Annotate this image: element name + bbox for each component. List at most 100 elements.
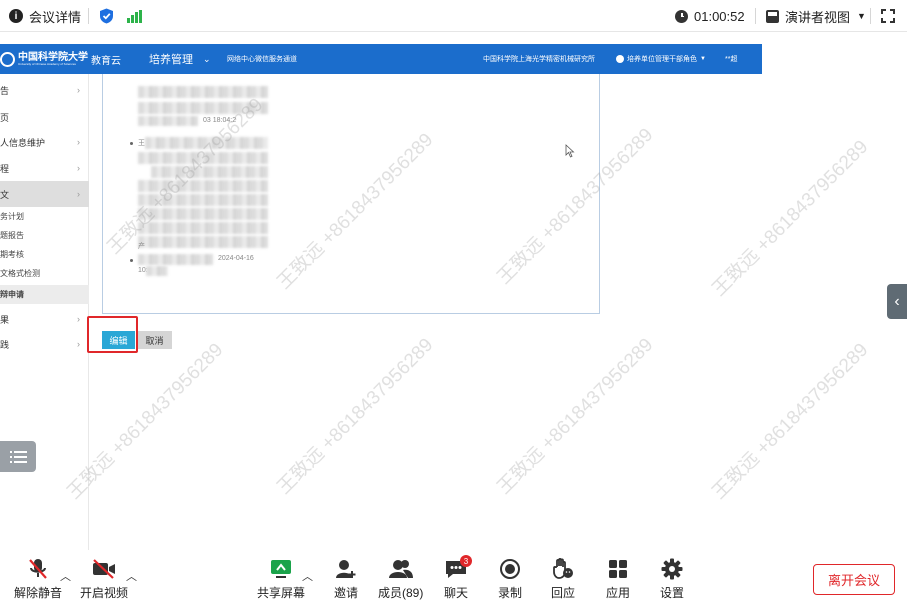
reaction-label: 回应 — [551, 586, 576, 600]
meeting-info-button[interactable]: i 会议详情 — [9, 0, 81, 32]
invite-button[interactable]: 邀请 — [334, 556, 358, 601]
record-button[interactable]: 录制 — [498, 556, 522, 601]
highlight-annotation — [87, 316, 138, 353]
list-bullet — [130, 142, 133, 145]
user-icon — [616, 55, 624, 63]
add-user-icon — [336, 560, 356, 578]
unmute-label: 解除静音 — [14, 586, 63, 600]
entry-2-name: 王 — [138, 140, 145, 147]
invite-label: 邀请 — [334, 586, 359, 600]
gear-icon — [661, 558, 683, 580]
redacted-text — [138, 102, 268, 114]
chevron-down-icon: ▼ — [857, 11, 866, 21]
hand-reaction-icon — [553, 558, 573, 579]
sidebar-sub-format-check[interactable]: 文格式检测 — [0, 264, 89, 283]
university-seal-icon — [0, 51, 15, 67]
settings-label: 设置 — [660, 586, 685, 600]
mouse-pointer-icon — [565, 144, 575, 158]
entry-1-timestamp: 03 18:04:2 — [203, 117, 237, 124]
fullscreen-icon[interactable] — [881, 0, 895, 32]
sidebar-item-thesis[interactable]: 文 › — [0, 181, 89, 207]
user-role-label: 培养单位管理干部角色 — [627, 56, 697, 63]
share-screen-button[interactable]: 共享屏幕 — [257, 556, 305, 601]
collapse-panel-button[interactable]: ‹ — [887, 284, 907, 319]
sidebar-item-practice[interactable]: 践 › — [0, 331, 89, 357]
sidebar-sub-plan[interactable]: 务计划 — [0, 207, 89, 226]
audio-options-caret[interactable]: ︿ — [60, 568, 71, 584]
clock-icon — [675, 9, 688, 23]
sidebar-item-notice[interactable]: 告 › — [0, 77, 89, 103]
shared-screen: 中国科学院大学 University of Chinese Academy of… — [0, 44, 762, 564]
meeting-timer: 01:00:52 — [675, 0, 745, 32]
brand-label: 教育云 — [91, 55, 121, 67]
redacted-text — [146, 266, 168, 276]
layout-icon — [766, 9, 779, 23]
reaction-button[interactable]: 回应 — [551, 556, 575, 601]
meeting-info-label: 会议详情 — [29, 9, 82, 25]
sidebar-sub-midterm[interactable]: 期考核 — [0, 245, 89, 264]
share-screen-label: 共享屏幕 — [257, 586, 306, 600]
user-role-menu[interactable]: 培养单位管理干部角色 ▼ — [616, 44, 706, 74]
start-video-label: 开启视频 — [80, 586, 129, 600]
members-button[interactable]: 成员(89) — [378, 556, 423, 601]
view-mode-dropdown[interactable]: 演讲者视图 ▼ — [766, 0, 866, 32]
redacted-text — [138, 254, 213, 265]
apps-button[interactable]: 应用 — [606, 556, 630, 601]
institute-label: 中国科学院上海光学精密机械研究所 — [483, 56, 595, 63]
chat-label: 聊天 — [444, 586, 469, 600]
record-label: 录制 — [498, 586, 523, 600]
sidebar-item-courses[interactable]: 程 › — [0, 155, 89, 181]
view-mode-label: 演讲者视图 — [785, 9, 851, 25]
list-icon — [9, 450, 27, 463]
apps-label: 应用 — [606, 586, 631, 600]
entry-2-timestamp: 2024-04-16 — [218, 255, 254, 262]
mic-muted-icon — [29, 559, 47, 579]
meeting-top-bar: i 会议详情 01:00:52 演讲者视图 ▼ — [0, 0, 907, 32]
logo-subtitle: University of Chinese Academy of Science… — [18, 61, 76, 66]
caret-down-icon: ▼ — [700, 56, 706, 62]
redacted-text — [138, 152, 268, 164]
timer-text: 01:00:52 — [694, 8, 745, 24]
redacted-text — [138, 222, 268, 234]
signal-icon[interactable] — [127, 0, 142, 32]
record-icon — [500, 559, 520, 579]
settings-button[interactable]: 设置 — [660, 556, 684, 601]
user-name: **超 — [725, 56, 738, 63]
cancel-button[interactable]: 取消 — [137, 331, 172, 349]
module-label: 培养管理 — [149, 54, 193, 66]
participant-list-button[interactable] — [0, 441, 36, 472]
sidebar-item-home[interactable]: 页 — [0, 104, 89, 130]
redacted-text — [138, 180, 268, 192]
sidebar-item-results[interactable]: 果 › — [0, 306, 89, 332]
app-header: 中国科学院大学 University of Chinese Academy of… — [0, 44, 762, 74]
members-label: 成员(89) — [378, 586, 424, 600]
redacted-text — [138, 194, 268, 206]
share-screen-icon — [271, 560, 291, 578]
chat-badge: 3 — [460, 555, 472, 567]
redacted-text — [138, 86, 268, 98]
sidebar: 告 › 页 人信息维护 › 程 › 文 › 务计划 题报告 期考核 文格式检测 辩申请 … — [0, 74, 89, 564]
redacted-text — [138, 208, 268, 220]
members-icon — [388, 560, 413, 578]
channel-link[interactable]: 网络中心微信服务通道 — [227, 44, 297, 74]
chevron-down-icon: ⌄ — [203, 53, 211, 64]
module-menu[interactable]: 培养管理 ⌄ — [149, 44, 211, 74]
share-options-caret[interactable]: ︿ — [302, 568, 313, 584]
info-icon: i — [9, 9, 23, 23]
university-logo: 中国科学院大学 University of Chinese Academy of… — [0, 44, 88, 74]
unmute-button[interactable]: 解除静音 — [14, 556, 62, 601]
sidebar-sub-defense[interactable]: 辩申请 — [0, 285, 89, 304]
leave-meeting-button[interactable]: 离开会议 — [813, 564, 895, 595]
video-off-icon — [93, 559, 115, 579]
start-video-button[interactable]: 开启视频 — [80, 556, 128, 601]
redacted-text — [138, 236, 268, 248]
list-bullet — [130, 259, 133, 262]
video-options-caret[interactable]: ︿ — [126, 568, 137, 584]
security-shield-icon[interactable] — [99, 0, 114, 32]
sidebar-sub-proposal[interactable]: 题报告 — [0, 226, 89, 245]
chat-button[interactable]: 3 聊天 — [444, 555, 472, 601]
apps-icon — [609, 560, 627, 578]
logo-text: 中国科学院大学 — [18, 51, 88, 63]
sidebar-item-profile[interactable]: 人信息维护 › — [0, 129, 89, 155]
entry-2-suffix: 产 — [138, 243, 145, 250]
